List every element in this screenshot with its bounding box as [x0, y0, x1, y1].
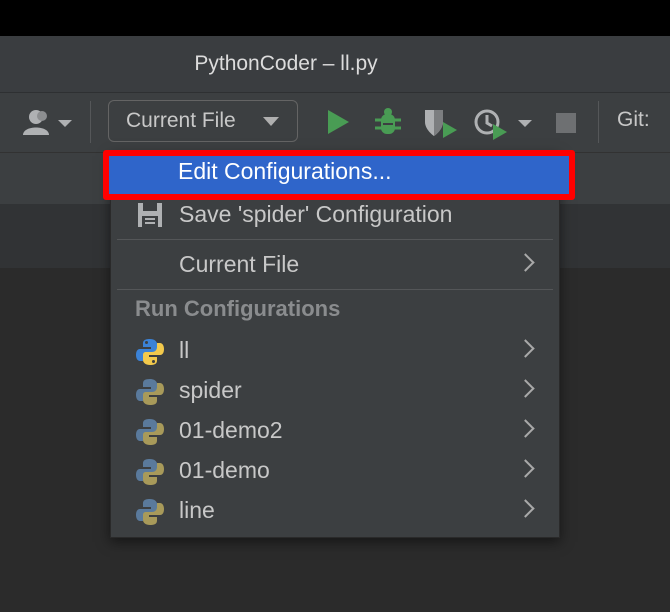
debug-button[interactable]: [371, 105, 405, 139]
menu-separator: [117, 239, 553, 240]
debug-icon: [375, 108, 401, 134]
toolbar-separator: [598, 101, 599, 143]
chevron-right-icon: [516, 419, 535, 438]
menu-item-config-spider[interactable]: spider: [111, 370, 559, 410]
chevron-right-icon: [516, 379, 535, 398]
run-configuration-label: Current File: [126, 109, 236, 132]
chevron-right-icon: [516, 499, 535, 518]
menu-item-label: line: [179, 496, 215, 523]
chevron-right-icon: [516, 459, 535, 478]
menu-item-label: 01-demo: [179, 456, 270, 483]
menu-item-config-01-demo2[interactable]: 01-demo2: [111, 410, 559, 450]
python-icon: [136, 379, 164, 405]
python-icon: [136, 459, 164, 485]
profile-button[interactable]: [470, 105, 534, 141]
run-icon: [328, 110, 349, 134]
stop-button[interactable]: [554, 111, 578, 135]
chevron-right-icon: [516, 339, 535, 358]
toolbar-separator: [90, 101, 91, 143]
run-button[interactable]: [322, 106, 354, 138]
chevron-right-icon: [516, 253, 535, 272]
window-title: PythonCoder – ll.py: [194, 52, 378, 75]
user-button[interactable]: [20, 106, 76, 140]
menu-separator: [117, 289, 553, 290]
python-icon: [136, 339, 164, 365]
run-configuration-combo[interactable]: Current File: [108, 100, 298, 142]
save-icon: [138, 203, 162, 227]
menu-item-label: spider: [179, 376, 242, 403]
chevron-down-icon: [263, 117, 279, 126]
python-icon: [136, 419, 164, 445]
stop-icon: [556, 113, 576, 133]
git-label[interactable]: Git:: [617, 108, 650, 132]
profile-icon: [474, 109, 532, 140]
run-configurations-header: Run Configurations: [135, 296, 341, 321]
menu-item-label: ll: [179, 336, 190, 363]
run-configurations-menu: Save 'spider' Configuration Current File…: [110, 152, 560, 538]
menu-item-config-ll[interactable]: ll: [111, 330, 559, 370]
user-icon: [23, 110, 72, 135]
menu-item-edit-configurations-label[interactable]: Edit Configurations...: [178, 158, 392, 185]
python-icon: [136, 499, 164, 525]
menu-item-save-configuration[interactable]: Save 'spider' Configuration: [111, 194, 559, 234]
coverage-button[interactable]: [420, 105, 460, 141]
menu-item-current-file[interactable]: Current File: [111, 244, 559, 284]
coverage-icon: [425, 110, 457, 138]
menu-item-config-01-demo[interactable]: 01-demo: [111, 450, 559, 490]
menu-item-label: Current File: [179, 250, 300, 277]
menu-item-config-line[interactable]: line: [111, 490, 559, 530]
menu-item-label: Save 'spider' Configuration: [179, 200, 453, 227]
menu-item-label: 01-demo2: [179, 416, 283, 443]
top-black-bar: [0, 0, 670, 36]
